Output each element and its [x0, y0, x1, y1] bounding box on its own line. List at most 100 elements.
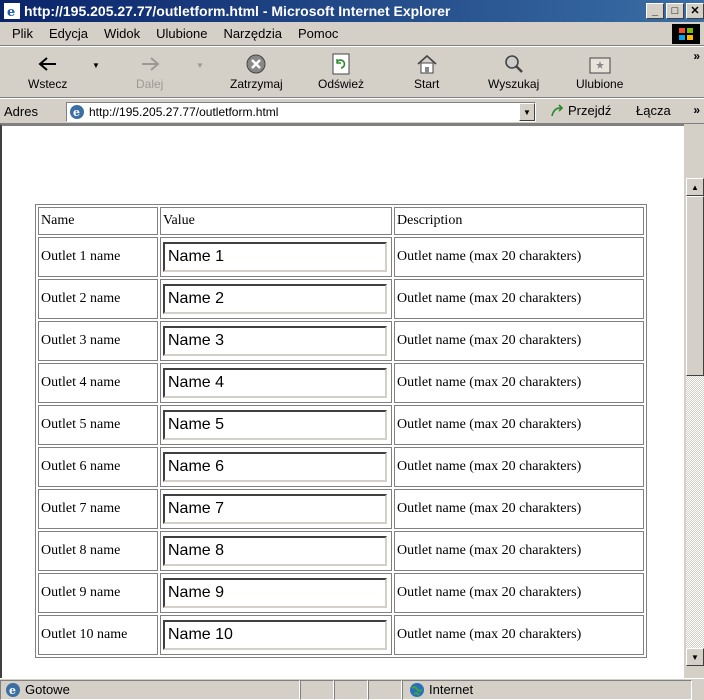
menu-plik[interactable]: Plik	[4, 26, 41, 41]
page-done-icon: e	[6, 682, 20, 697]
address-bar: Adres e http://195.205.27.77/outletform.…	[0, 98, 704, 124]
minimize-button[interactable]: _	[646, 3, 664, 19]
outlet-name-input[interactable]: Name 10	[163, 620, 387, 650]
address-input[interactable]: e http://195.205.27.77/outletform.html ▼	[66, 102, 536, 122]
outlet-name-label: Outlet 3 name	[38, 321, 158, 361]
ie-icon: e	[4, 3, 20, 19]
back-dropdown-icon[interactable]: ▼	[92, 61, 100, 70]
links-button[interactable]: Łącza	[636, 103, 671, 118]
go-label: Przejdź	[568, 103, 612, 118]
forward-arrow-icon	[139, 51, 161, 77]
outlet-name-input[interactable]: Name 1	[163, 242, 387, 272]
favorites-label: Ulubione	[576, 77, 624, 91]
outlet-table: Name Value Description Outlet 1 name Nam…	[35, 204, 647, 658]
address-label: Adres	[4, 103, 38, 119]
go-button[interactable]: Przejdź	[550, 103, 611, 118]
menu-narzedzia[interactable]: Narzędzia	[215, 26, 290, 41]
outlet-name-label: Outlet 6 name	[38, 447, 158, 487]
svg-text:e: e	[7, 5, 15, 19]
outlet-name-label: Outlet 10 name	[38, 615, 158, 655]
outlet-description: Outlet name (max 20 charakters)	[394, 321, 644, 361]
home-icon	[416, 51, 438, 77]
table-row: Outlet 10 name Name 10 Outlet name (max …	[38, 615, 644, 655]
links-more-icon[interactable]: »	[693, 103, 700, 117]
title-bar: e http://195.205.27.77/outletform.html -…	[0, 0, 704, 22]
go-arrow-icon	[551, 103, 564, 116]
close-button[interactable]: ✕	[686, 3, 704, 19]
status-main: e Gotowe	[0, 679, 300, 700]
table-row: Outlet 3 name Name 3 Outlet name (max 20…	[38, 321, 644, 361]
menu-edycja[interactable]: Edycja	[41, 26, 96, 41]
scroll-down-icon[interactable]: ▼	[686, 648, 704, 666]
outlet-description: Outlet name (max 20 charakters)	[394, 279, 644, 319]
menu-widok[interactable]: Widok	[96, 26, 148, 41]
outlet-name-input[interactable]: Name 6	[163, 452, 387, 482]
outlet-name-label: Outlet 5 name	[38, 405, 158, 445]
outlet-name-label: Outlet 8 name	[38, 531, 158, 571]
outlet-name-label: Outlet 1 name	[38, 237, 158, 277]
forward-button[interactable]: Dalej	[136, 51, 163, 91]
vertical-scrollbar[interactable]: ▲ ▼	[686, 178, 704, 666]
svg-text:e: e	[9, 684, 16, 697]
page-content: Name Value Description Outlet 1 name Nam…	[0, 124, 684, 678]
status-cell	[334, 679, 368, 700]
outlet-name-input[interactable]: Name 5	[163, 410, 387, 440]
outlet-name-label: Outlet 7 name	[38, 489, 158, 529]
outlet-name-input[interactable]: Name 2	[163, 284, 387, 314]
scroll-up-icon[interactable]: ▲	[686, 178, 704, 196]
stop-label: Zatrzymaj	[230, 77, 283, 91]
table-row: Outlet 5 name Name 5 Outlet name (max 20…	[38, 405, 644, 445]
outlet-description: Outlet name (max 20 charakters)	[394, 489, 644, 529]
back-arrow-icon	[37, 51, 59, 77]
svg-text:e: e	[73, 106, 80, 119]
address-dropdown-icon[interactable]: ▼	[519, 103, 535, 121]
search-button[interactable]: Wyszukaj	[488, 51, 539, 91]
refresh-icon	[331, 51, 351, 77]
stop-icon	[245, 51, 267, 77]
table-row: Outlet 9 name Name 9 Outlet name (max 20…	[38, 573, 644, 613]
table-row: Outlet 4 name Name 4 Outlet name (max 20…	[38, 363, 644, 403]
table-row: Outlet 1 name Name 1 Outlet name (max 20…	[38, 237, 644, 277]
toolbar-more-icon[interactable]: »	[693, 49, 700, 63]
back-label: Wstecz	[28, 77, 68, 91]
home-button[interactable]: Start	[414, 51, 439, 91]
status-bar: e Gotowe Internet	[0, 678, 704, 700]
forward-dropdown-icon[interactable]: ▼	[196, 61, 204, 70]
table-row: Outlet 8 name Name 8 Outlet name (max 20…	[38, 531, 644, 571]
page-icon: e	[70, 105, 84, 119]
outlet-name-input[interactable]: Name 9	[163, 578, 387, 608]
favorites-button[interactable]: Ulubione	[576, 51, 623, 91]
table-header-row: Name Value Description	[38, 207, 644, 235]
window-title: http://195.205.27.77/outletform.html - M…	[24, 3, 451, 19]
outlet-name-input[interactable]: Name 3	[163, 326, 387, 356]
status-cell	[368, 679, 402, 700]
standard-toolbar: Wstecz ▼ Dalej ▼ Zatrzymaj Odśwież Start…	[0, 46, 704, 98]
favorites-icon	[589, 51, 611, 77]
home-label: Start	[414, 77, 440, 91]
menu-pomoc[interactable]: Pomoc	[290, 26, 346, 41]
maximize-button[interactable]: □	[666, 3, 684, 19]
status-text: Gotowe	[25, 682, 70, 697]
header-name: Name	[38, 207, 158, 235]
scroll-thumb[interactable]	[686, 196, 704, 376]
menu-ulubione[interactable]: Ulubione	[148, 26, 215, 41]
refresh-button[interactable]: Odśwież	[318, 51, 364, 91]
menu-bar: Plik Edycja Widok Ulubione Narzędzia Pom…	[0, 22, 704, 46]
search-label: Wyszukaj	[488, 77, 540, 91]
address-url: http://195.205.27.77/outletform.html	[89, 105, 279, 119]
zone-text: Internet	[429, 682, 474, 697]
header-description: Description	[394, 207, 644, 235]
outlet-name-input[interactable]: Name 4	[163, 368, 387, 398]
back-button[interactable]: Wstecz	[28, 51, 67, 91]
outlet-description: Outlet name (max 20 charakters)	[394, 447, 644, 487]
outlet-description: Outlet name (max 20 charakters)	[394, 363, 644, 403]
stop-button[interactable]: Zatrzymaj	[230, 51, 283, 91]
outlet-name-input[interactable]: Name 8	[163, 536, 387, 566]
status-cell	[300, 679, 334, 700]
outlet-description: Outlet name (max 20 charakters)	[394, 573, 644, 613]
table-row: Outlet 7 name Name 7 Outlet name (max 20…	[38, 489, 644, 529]
refresh-label: Odśwież	[318, 77, 365, 91]
outlet-name-input[interactable]: Name 7	[163, 494, 387, 524]
outlet-name-label: Outlet 9 name	[38, 573, 158, 613]
forward-label: Dalej	[136, 77, 164, 91]
